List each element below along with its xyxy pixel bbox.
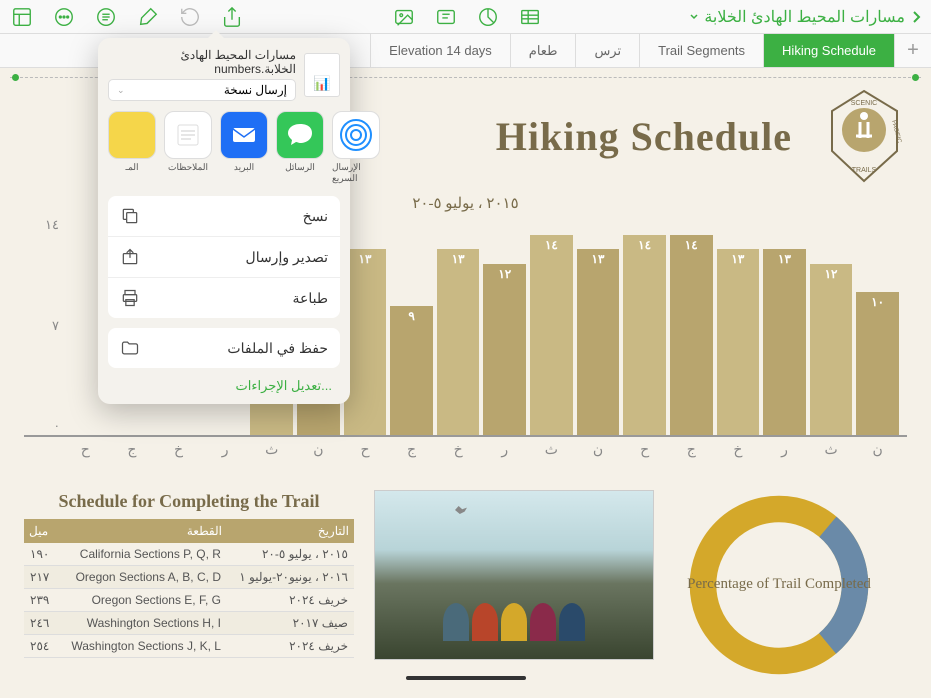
bar: ١٣ — [437, 249, 480, 435]
tab-food[interactable]: طعام — [510, 34, 576, 67]
tab-gear[interactable]: ترس — [575, 34, 639, 67]
y-axis: ١٤ ٧ · — [24, 217, 59, 435]
tab-schedule[interactable]: Hiking Schedule — [763, 34, 894, 67]
table-row[interactable]: ١٩٠California Sections P, Q, R٢٠١٥ ، يول… — [24, 543, 354, 566]
send-copy-select[interactable]: إرسال نسخة ⌄ — [108, 79, 296, 101]
action-folder[interactable]: حفظ في الملفات — [108, 328, 340, 368]
chevron-right-icon — [911, 9, 921, 25]
svg-text:TRAILS: TRAILS — [852, 167, 877, 174]
inspector-icon[interactable] — [10, 5, 34, 29]
action-export[interactable]: تصدير وإرسال — [108, 237, 340, 278]
format-icon[interactable] — [94, 5, 118, 29]
share-notes[interactable]: الملاحظات — [164, 111, 212, 184]
bar: ١٣ — [344, 249, 387, 435]
bar: ١٣ — [717, 249, 760, 435]
donut-label: Percentage of Trail Completed — [687, 575, 871, 595]
chart-icon[interactable] — [476, 5, 500, 29]
toolbar: مسارات المحيط الهادئ الخلابة — [0, 0, 931, 34]
bar: ١٣ — [763, 249, 806, 435]
undo-icon — [178, 5, 202, 29]
numbers-doc-icon: 📊 — [304, 53, 340, 97]
completion-donut[interactable]: Percentage of Trail Completed — [674, 490, 884, 680]
edit-actions-link[interactable]: تعديل الإجراءات... — [108, 368, 340, 394]
chevron-down-icon — [690, 11, 698, 23]
home-indicator[interactable] — [406, 676, 526, 680]
add-tab[interactable]: + — [894, 34, 931, 67]
schedule-table[interactable]: Schedule for Completing the Trail ميل ال… — [24, 490, 354, 680]
share-mail[interactable]: البريد — [220, 111, 268, 184]
bar: ١٤ — [623, 235, 666, 435]
x-axis: حجخرثنحجخرثنحجخرثن — [24, 437, 907, 458]
more-icon[interactable] — [52, 5, 76, 29]
table-row[interactable]: ٢٤٦Washington Sections H, Iصيف ٢٠١٧ — [24, 612, 354, 635]
bar: ١٤ — [670, 235, 713, 435]
popover-filename: مسارات المحيط الهادئ الخلابة.numbers — [108, 48, 296, 76]
bar: ١٢ — [810, 264, 853, 435]
brush-icon[interactable] — [136, 5, 160, 29]
text-icon[interactable] — [434, 5, 458, 29]
share-airdrop[interactable]: الإرسال السريع — [332, 111, 380, 184]
bar: ١٢ — [483, 264, 526, 435]
bar: ١٠ — [856, 292, 899, 435]
page-title: Hiking Schedule — [496, 113, 792, 160]
bar: ١٣ — [577, 249, 620, 435]
table-row[interactable]: ٢١٧Oregon Sections A, B, C, D٢٠١٦ ، يوني… — [24, 566, 354, 589]
svg-text:SCENIC: SCENIC — [851, 100, 877, 107]
trails-logo: SCENICTRAILSPACIFIC — [822, 86, 907, 186]
share-icon[interactable] — [220, 5, 244, 29]
bar: ٩ — [390, 306, 433, 435]
table-row[interactable]: ٢٣٩Oregon Sections E, F, Gخريف ٢٠٢٤ — [24, 589, 354, 612]
share-messages[interactable]: الرسائل — [276, 111, 324, 184]
table-row[interactable]: ٢٥٤Washington Sections J, K, Lخريف ٢٠٢٤ — [24, 635, 354, 658]
table-icon[interactable] — [518, 5, 542, 29]
bar: ١٤ — [530, 235, 573, 435]
action-copy[interactable]: نسخ — [108, 196, 340, 237]
media-icon[interactable] — [392, 5, 416, 29]
schedule-title: Schedule for Completing the Trail — [24, 490, 354, 513]
share-popover: 📊 مسارات المحيط الهادئ الخلابة.numbers إ… — [98, 38, 350, 404]
trail-photo[interactable] — [374, 490, 654, 660]
tab-elevation[interactable]: Elevation 14 days — [370, 34, 510, 67]
tab-segments[interactable]: Trail Segments — [639, 34, 763, 67]
share-more[interactable]: المـ — [108, 111, 156, 184]
action-print[interactable]: طباعة — [108, 278, 340, 318]
document-title[interactable]: مسارات المحيط الهادئ الخلابة — [690, 7, 921, 27]
